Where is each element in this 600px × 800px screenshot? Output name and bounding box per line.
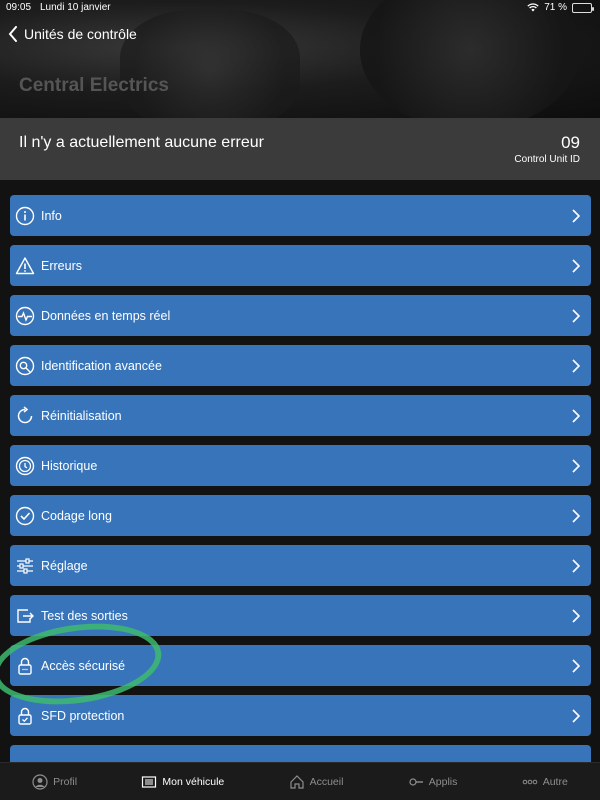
tab-label: Applis	[428, 775, 458, 788]
control-unit-id: 09	[561, 133, 580, 152]
menu-item-label: Données en temps réel	[41, 308, 171, 323]
info-icon	[14, 205, 36, 227]
menu-item-label: Test des sorties	[41, 608, 128, 623]
menu-item-label: Historique	[41, 458, 98, 473]
chevron-right-icon	[572, 208, 581, 223]
chevron-right-icon	[572, 658, 581, 673]
wifi-icon	[527, 3, 539, 12]
tab-label: Autre	[542, 775, 568, 788]
reset-icon	[14, 405, 36, 427]
lock-icon	[14, 655, 36, 677]
menu-item-label: Info	[41, 208, 62, 223]
tab-label: Mon véhicule	[162, 775, 225, 788]
function-list: Info Erreurs Données en temps réel Ident…	[0, 180, 600, 762]
chevron-right-icon	[572, 258, 581, 273]
chevron-right-icon	[572, 358, 581, 373]
chevron-right-icon	[572, 558, 581, 573]
tab-profile[interactable]: Profil	[32, 773, 78, 790]
profile-icon	[32, 773, 48, 790]
coding-icon	[14, 505, 36, 527]
error-status-text: Il n'y a actuellement aucune erreur	[19, 134, 264, 151]
tab-my-vehicle[interactable]: Mon véhicule	[141, 774, 224, 790]
menu-item-partial[interactable]	[10, 745, 591, 762]
history-icon	[14, 455, 36, 477]
output-test-icon	[14, 605, 36, 627]
identification-icon	[14, 355, 36, 377]
chevron-right-icon	[572, 458, 581, 473]
home-icon	[289, 774, 304, 789]
tab-bar: Profil Mon véhicule Accueil Applis Autre	[0, 762, 600, 800]
menu-item-sfd-protection[interactable]: SFD protection	[10, 695, 591, 736]
hero-background-image-2	[120, 10, 300, 118]
tab-more[interactable]: Autre	[522, 774, 568, 790]
menu-item-long-coding[interactable]: Codage long	[10, 495, 591, 536]
chevron-right-icon	[572, 408, 581, 423]
warning-icon	[14, 255, 36, 277]
error-status-banner: Il n'y a actuellement aucune erreur 09 C…	[0, 118, 600, 180]
hero-background-image	[360, 0, 580, 118]
menu-item-errors[interactable]: Erreurs	[10, 245, 591, 286]
menu-item-label: Réinitialisation	[41, 408, 122, 423]
chevron-right-icon	[572, 708, 581, 723]
more-icon	[522, 779, 537, 784]
pulse-icon	[14, 305, 36, 327]
menu-item-adjustment[interactable]: Réglage	[10, 545, 591, 586]
menu-item-live-data[interactable]: Données en temps réel	[10, 295, 591, 336]
tab-apps[interactable]: Applis	[408, 774, 458, 790]
status-date: Lundi 10 janvier	[40, 2, 111, 13]
menu-item-advanced-identification[interactable]: Identification avancée	[10, 345, 591, 386]
status-right: 71 %	[527, 2, 594, 13]
back-button[interactable]: Unités de contrôle	[8, 26, 137, 42]
chevron-left-icon	[8, 26, 17, 42]
menu-item-reset[interactable]: Réinitialisation	[10, 395, 591, 436]
menu-item-label: Accès sécurisé	[41, 658, 126, 673]
chevron-right-icon	[572, 308, 581, 323]
menu-item-output-test[interactable]: Test des sorties	[10, 595, 591, 636]
back-label: Unités de contrôle	[24, 26, 137, 42]
tab-home[interactable]: Accueil	[289, 774, 344, 790]
menu-item-secure-access[interactable]: Accès sécurisé	[10, 645, 591, 686]
hero-header: 09:05 Lundi 10 janvier 71 % Unités de co…	[0, 0, 600, 118]
vehicle-icon	[142, 775, 157, 788]
menu-item-label: SFD protection	[41, 708, 125, 723]
menu-item-history[interactable]: Historique	[10, 445, 591, 486]
menu-item-label: Codage long	[41, 508, 112, 523]
tab-label: Profil	[53, 775, 78, 788]
apps-icon	[409, 777, 423, 786]
sliders-icon	[14, 555, 36, 577]
status-time: 09:05	[6, 2, 32, 13]
menu-item-info[interactable]: Info	[10, 195, 591, 236]
tab-label: Accueil	[309, 775, 344, 788]
menu-item-label: Identification avancée	[41, 358, 162, 373]
chevron-right-icon	[572, 508, 581, 523]
page-title: Central Electrics	[19, 75, 169, 96]
control-unit-id-label: Control Unit ID	[514, 154, 580, 165]
sfd-lock-icon	[14, 705, 36, 727]
menu-item-label: Erreurs	[41, 258, 82, 273]
chevron-right-icon	[572, 608, 581, 623]
menu-item-label: Réglage	[41, 558, 88, 573]
battery-icon	[572, 2, 594, 13]
status-bar: 09:05 Lundi 10 janvier 71 %	[0, 0, 600, 16]
battery-percent: 71 %	[544, 2, 567, 13]
